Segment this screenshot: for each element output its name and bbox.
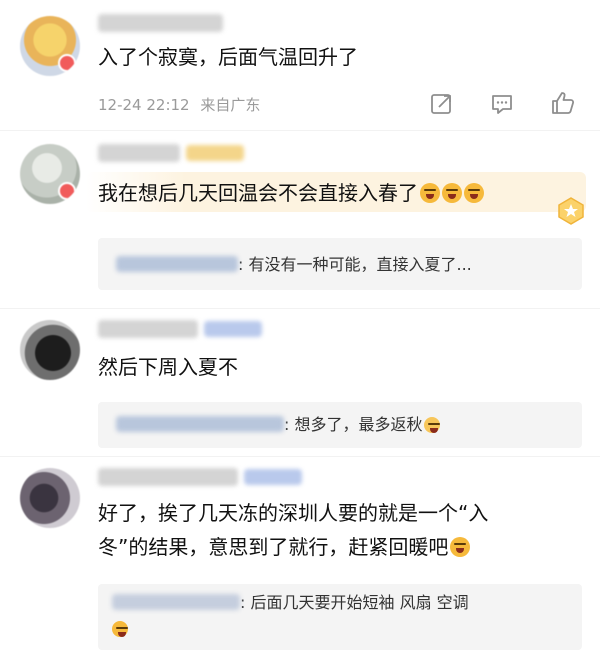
location: 来自广东 bbox=[200, 96, 261, 114]
avatar[interactable] bbox=[20, 144, 80, 204]
comment-item: 好了，挨了几天冻的深圳人要的就是一个“入 冬”的结果，意思到了就行，赶紧回暖吧 … bbox=[0, 462, 600, 661]
laughing-emoji-icon bbox=[450, 537, 471, 557]
comment-text: 入了个寂寞，后面气温回升了 bbox=[98, 45, 358, 69]
comment-icon[interactable] bbox=[490, 92, 514, 116]
comment-item: 然后下周入夏不 : 想多了，最多返秋 bbox=[0, 314, 600, 454]
comment-text-line: 好了，挨了几天冻的深圳人要的就是一个“入 bbox=[98, 501, 489, 525]
user-tag-blurred bbox=[186, 145, 244, 161]
comment-thread: 入了个寂寞，后面气温回升了 12-24 22:12 来自广东 我在想后几天回温会… bbox=[0, 0, 600, 661]
reply-username-blurred[interactable] bbox=[116, 256, 238, 272]
comment-text: 我在想后几天回温会不会直接入春了 bbox=[98, 178, 484, 208]
smirk-cat-emoji-icon bbox=[424, 417, 441, 433]
verified-badge-icon bbox=[58, 54, 76, 72]
share-icon[interactable] bbox=[430, 92, 454, 116]
avatar[interactable] bbox=[20, 320, 80, 380]
laughing-emoji-icon bbox=[112, 621, 128, 637]
avatar[interactable] bbox=[20, 468, 80, 528]
username-blurred[interactable] bbox=[98, 144, 180, 162]
fan-club-badge-icon bbox=[558, 197, 584, 225]
reply-preview[interactable]: : 后面几天要开始短袖 风扇 空调 bbox=[98, 584, 582, 650]
divider bbox=[0, 308, 600, 309]
user-tag-blurred bbox=[244, 469, 302, 485]
reply-preview[interactable]: : 想多了，最多返秋 bbox=[98, 402, 582, 448]
divider bbox=[0, 130, 600, 131]
user-tag-blurred bbox=[204, 321, 262, 337]
comment-item: 我在想后几天回温会不会直接入春了 : 有没有一种可能，直接入夏了... bbox=[0, 138, 600, 308]
reply-username-blurred[interactable] bbox=[116, 416, 284, 432]
username-blurred[interactable] bbox=[98, 468, 238, 486]
reply-username-blurred[interactable] bbox=[112, 594, 240, 610]
comment-item: 入了个寂寞，后面气温回升了 12-24 22:12 来自广东 bbox=[0, 10, 600, 130]
laughing-emoji-icon bbox=[442, 183, 462, 203]
verified-badge-icon bbox=[58, 182, 76, 200]
reply-text: : 想多了，最多返秋 bbox=[284, 415, 423, 434]
comment-meta: 12-24 22:12 来自广东 bbox=[98, 94, 260, 115]
timestamp: 12-24 22:12 bbox=[98, 96, 190, 114]
comment-text-line: 冬”的结果，意思到了就行，赶紧回暖吧 bbox=[98, 532, 471, 562]
thumbs-up-icon[interactable] bbox=[550, 90, 576, 116]
reply-preview[interactable]: : 有没有一种可能，直接入夏了... bbox=[98, 238, 582, 290]
divider bbox=[0, 456, 600, 457]
username-blurred[interactable] bbox=[98, 14, 223, 32]
avatar[interactable] bbox=[20, 16, 80, 76]
reply-text: : 有没有一种可能，直接入夏了... bbox=[238, 255, 472, 274]
comment-text: 然后下周入夏不 bbox=[98, 355, 238, 379]
laughing-emoji-icon bbox=[420, 183, 440, 203]
username-blurred[interactable] bbox=[98, 320, 198, 338]
reply-text: : 后面几天要开始短袖 风扇 空调 bbox=[240, 593, 469, 612]
laughing-emoji-icon bbox=[464, 183, 484, 203]
